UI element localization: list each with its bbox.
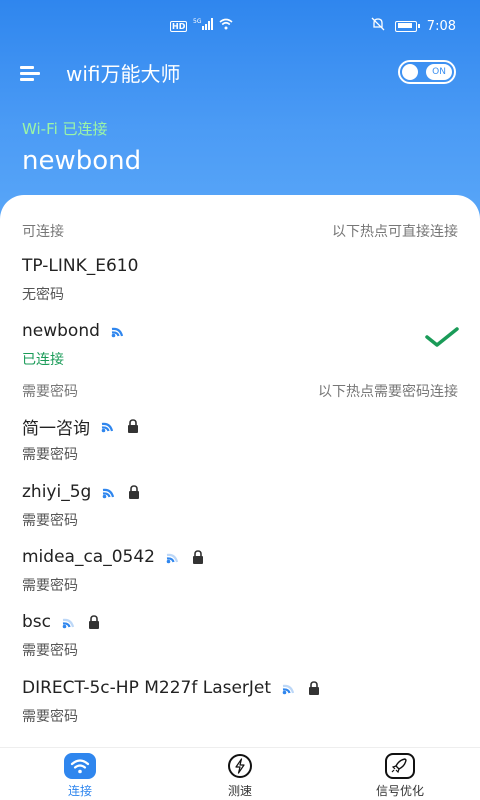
lock-icon <box>127 485 141 499</box>
nav-tab-connect[interactable]: 连接 <box>30 748 130 800</box>
lightning-icon <box>224 753 256 779</box>
network-item[interactable]: bsc 需要密码 <box>22 610 458 660</box>
network-name: bsc <box>22 612 51 632</box>
wifi-signal-icon <box>110 324 126 338</box>
network-status: 需要密码 <box>22 447 78 463</box>
network-name: newbond <box>22 321 100 341</box>
network-status: 需要密码 <box>22 578 78 594</box>
network-status: 需要密码 <box>22 709 78 725</box>
section-secured-hint: 以下热点需要密码连接 <box>318 384 458 400</box>
connected-ssid: newbond <box>22 146 142 176</box>
wifi-signal-weak-icon <box>281 681 297 695</box>
mute-bell-icon <box>371 17 385 35</box>
lock-icon <box>191 550 205 564</box>
network-item[interactable]: 简一咨询 需要密码 <box>22 414 458 464</box>
bottom-navigation: 连接 测速 信号优化 <box>0 747 480 800</box>
status-bar: HD 5G 7:08 <box>0 0 480 50</box>
network-name: TP-LINK_E610 <box>22 256 139 276</box>
lock-icon <box>87 615 101 629</box>
network-name: zhiyi_5g <box>22 482 92 502</box>
signal-icon: 5G <box>193 18 214 34</box>
hd-badge: HD <box>170 20 188 32</box>
network-name: DIRECT-5c-HP M227f LaserJet <box>22 678 272 698</box>
nav-label: 测速 <box>227 784 252 798</box>
network-item-connected[interactable]: newbond 已连接 <box>22 319 458 369</box>
toggle-label: ON <box>426 64 452 80</box>
nav-label: 信号优化 <box>375 784 424 798</box>
wifi-toggle[interactable]: ON <box>398 60 456 84</box>
app-title: wifi万能大师 <box>66 62 181 86</box>
rocket-icon <box>384 753 416 779</box>
wifi-signal-weak-icon <box>61 615 77 629</box>
section-secured-header: 需要密码 以下热点需要密码连接 <box>22 381 458 401</box>
battery-icon <box>394 20 420 32</box>
wifi-signal-icon <box>100 419 116 433</box>
wifi-signal-weak-icon <box>165 550 181 564</box>
nav-label: 连接 <box>67 784 92 798</box>
lock-icon <box>307 681 321 695</box>
wifi-connection-status: Wi-Fi 已连接 <box>22 120 108 138</box>
svg-text:5G: 5G <box>193 18 202 25</box>
network-name: midea_ca_0542 <box>22 547 155 567</box>
network-name: 简一咨询 <box>22 418 90 439</box>
status-network: HD 5G <box>170 18 233 34</box>
status-right: 7:08 <box>371 17 456 35</box>
nav-tab-speedtest[interactable]: 测速 <box>190 748 290 800</box>
wifi-signal-icon <box>101 485 117 499</box>
wifi-status-icon <box>219 18 233 34</box>
status-time: 7:08 <box>426 18 456 34</box>
section-open-title: 可连接 <box>22 224 64 240</box>
toggle-knob <box>402 64 418 80</box>
network-status: 无密码 <box>22 287 64 303</box>
network-status: 需要密码 <box>22 643 78 659</box>
network-item[interactable]: DIRECT-5c-HP M227f LaserJet 需要密码 <box>22 676 458 726</box>
menu-icon[interactable] <box>20 64 40 81</box>
network-item[interactable]: TP-LINK_E610 无密码 <box>22 254 458 304</box>
connected-check-icon <box>424 326 460 352</box>
section-open-header: 可连接 以下热点可直接连接 <box>22 221 458 241</box>
lock-icon <box>126 419 140 433</box>
nav-tab-signal-boost[interactable]: 信号优化 <box>350 748 450 800</box>
network-status: 需要密码 <box>22 513 78 529</box>
network-item[interactable]: zhiyi_5g 需要密码 <box>22 480 458 530</box>
section-secured-title: 需要密码 <box>22 384 78 400</box>
network-item[interactable]: midea_ca_0542 需要密码 <box>22 545 458 595</box>
network-status: 已连接 <box>22 352 64 368</box>
wifi-icon <box>64 753 96 779</box>
section-open-hint: 以下热点可直接连接 <box>332 224 458 240</box>
